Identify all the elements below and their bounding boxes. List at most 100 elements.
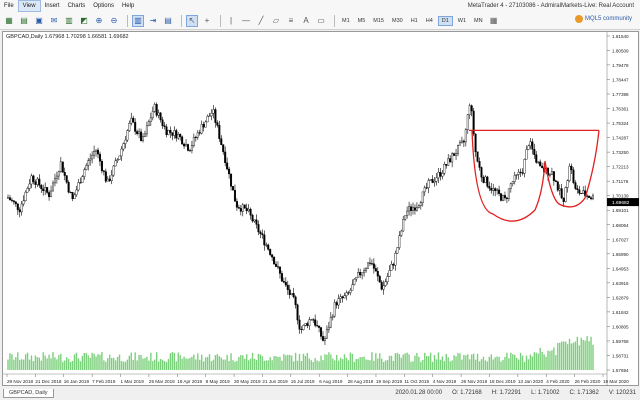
menu-charts[interactable]: Charts [64,0,90,12]
price-tick-label: 1.62879 [612,295,629,300]
label-icon[interactable]: ▭ [315,15,327,27]
toolbar-separator [127,14,128,27]
mql5-community-link[interactable]: MQL5 community [574,15,632,23]
volume-bar [363,356,365,370]
timeframe-d1[interactable]: D1 [437,15,453,26]
volume-bar [179,354,181,370]
cursor-icon[interactable]: ↖ [186,14,198,27]
horizontal-line-icon[interactable]: — [240,15,252,27]
menu-insert[interactable]: Insert [41,0,64,12]
price-chart[interactable]: 1.81540 1.80509 1.79478 1.78447 1.77398 1.763… [3,32,640,387]
volume-bar [281,360,283,370]
profiles-icon[interactable]: ▤ [18,15,30,27]
candle-body [394,253,397,266]
candle-body [220,138,223,145]
candle-body [126,130,129,141]
price-tick-label: 1.63916 [612,281,629,286]
menu-help[interactable]: Help [118,0,138,12]
timeframe-h4[interactable]: H4 [423,17,436,25]
volume-bar [306,352,309,370]
candle-body [212,109,215,114]
volume-bar [365,359,367,370]
timeframe-h1[interactable]: H1 [408,17,421,25]
volume-bar [443,361,446,370]
volume-bar [93,353,95,370]
tile-windows-icon[interactable]: ▥ [132,14,144,27]
date-tick-label: 18 Apr 2019 [177,379,202,384]
terminal-icon[interactable]: ▥ [63,15,75,27]
vertical-line-icon[interactable]: | [225,15,237,27]
timeframe-m1[interactable]: M1 [339,17,353,25]
volume-bar [175,361,177,370]
autoscroll-icon[interactable]: ▤ [162,15,174,27]
volume-bar [580,337,582,370]
chart-shift-icon[interactable]: ⇥ [147,15,159,27]
candle-body [153,104,156,112]
zoom-in-icon[interactable]: ⊕ [93,15,105,27]
volume-bar [553,347,555,370]
candle-body [345,292,348,296]
chart-window[interactable]: GBPCAD,Daily 1.67968 1.70298 1.66581 1.6… [2,31,640,387]
menu-options[interactable]: Options [89,0,118,12]
volume-bar [445,353,447,370]
templates-icon[interactable]: ▦ [488,15,500,27]
volume-bar [48,354,50,370]
chart-tab[interactable]: GBPCAD, Daily [3,388,54,398]
new-chart-icon[interactable]: ▦ [3,15,15,27]
volume-bar [463,354,465,370]
timeframe-w1[interactable]: W1 [455,17,469,25]
toolbar: ▦ ▤ ▣ ✉ ▥ ◩ ⊕ ⊖ ▥ ⇥ ▤ ↖ + | — ╱ ▱ ≡ A ▭ … [0,12,640,30]
trendline-icon[interactable]: ╱ [255,15,267,27]
candle-body [531,141,534,150]
menu-file[interactable]: File [0,0,18,12]
volume-bar [157,361,160,370]
candle-body [96,149,99,155]
volume-bar [584,340,586,370]
navigator-icon[interactable]: ✉ [48,15,60,27]
market-watch-icon[interactable]: ▣ [33,15,45,27]
candle-body [537,161,540,163]
candle-body [55,175,58,179]
timeframe-m15[interactable]: M15 [370,17,387,25]
candle-body [396,247,399,254]
volume-bar [588,341,590,370]
menu-view[interactable]: View [17,0,41,12]
crosshair-icon[interactable]: + [201,15,213,27]
volume-bar [242,355,244,370]
candle-body [65,175,68,183]
volume-bar [517,359,520,370]
volume-bar [543,354,545,370]
timeframe-m5[interactable]: M5 [355,17,369,25]
fibonacci-icon[interactable]: ≡ [285,15,297,27]
candle-body [40,185,43,190]
volume-bar [263,360,266,370]
volume-bar [453,355,455,370]
channel-icon[interactable]: ▱ [270,15,282,27]
volume-bar [382,361,385,370]
candle-body [222,144,225,153]
text-icon[interactable]: A [300,15,312,27]
candle-body [462,140,465,143]
price-tick-label: 1.69101 [612,208,629,213]
volume-bar [427,356,430,370]
candle-body [421,191,424,203]
timeframe-m30[interactable]: M30 [389,17,406,25]
price-tick-label: 1.64953 [612,266,629,271]
candle-body [36,178,39,185]
timeframe-mn[interactable]: MN [471,17,486,25]
volume-bar [144,358,146,370]
candle-body [136,131,139,134]
volume-bar [406,352,408,370]
zoom-out-icon[interactable]: ⊖ [108,15,120,27]
volume-bar [519,352,522,370]
volume-bar [204,357,207,370]
volume-bar [154,359,156,370]
volume-bar [273,356,275,370]
candle-body [466,114,469,130]
candle-body [81,176,84,184]
price-tick-label: 1.74287 [612,136,629,141]
candle-body [239,208,242,212]
volume-bar [498,356,500,370]
candle-body [370,263,373,265]
strategy-tester-icon[interactable]: ◩ [78,15,90,27]
